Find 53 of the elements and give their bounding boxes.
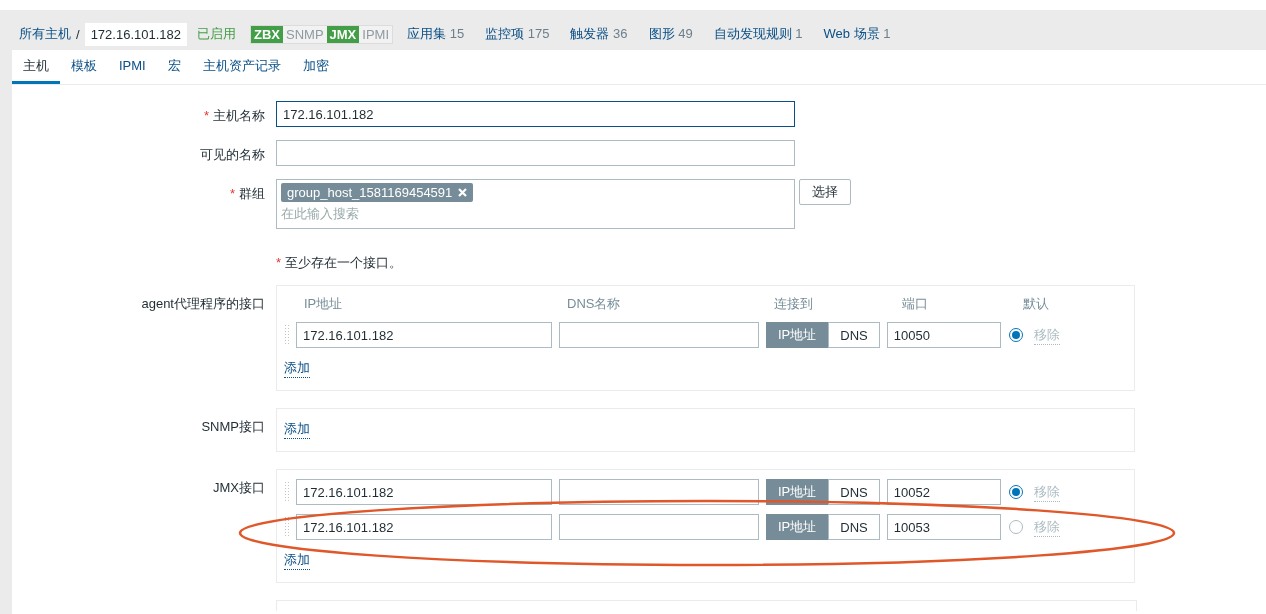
required-mark: * (276, 255, 282, 270)
port-field[interactable]: 10053 (886, 514, 1001, 540)
availability-indicator: SNMP (283, 25, 327, 43)
host-link[interactable]: 图形 49 (648, 25, 693, 43)
breadcrumb-link[interactable]: 所有主机 (19, 25, 71, 43)
port-field[interactable]: 10052 (886, 479, 1001, 505)
dns-name-field[interactable] (559, 322, 759, 348)
breadcrumb-separator: / (76, 26, 80, 42)
add-link[interactable]: 添加 (284, 420, 310, 439)
tab[interactable]: 加密 (291, 50, 340, 84)
current-host: 172.16.101.182 (84, 22, 187, 46)
ip-address-field[interactable]: 172.16.101.182 (296, 322, 552, 348)
interface-label: agent代理程序的接口 (140, 295, 265, 313)
field-label: 可见的名称 (199, 146, 265, 164)
connect-to-toggle[interactable]: DNS (828, 322, 880, 348)
field-label: * 群组 (228, 185, 265, 203)
close-icon[interactable] (458, 188, 468, 197)
add-link[interactable]: 添加 (284, 359, 310, 378)
column-header: 连接到 (774, 295, 814, 313)
column-header: 端口 (902, 295, 929, 313)
host-link[interactable]: 应用集 15 (407, 25, 465, 43)
tab[interactable]: 主机 (12, 50, 60, 84)
host-link[interactable]: Web 场景 1 (823, 25, 891, 43)
availability-indicator: ZBX (251, 25, 283, 43)
field-label: * 主机名称 (202, 107, 265, 125)
host-link[interactable]: 自动发现规则 1 (713, 25, 803, 43)
tab[interactable]: IPMI (108, 50, 157, 84)
required-mark: * (203, 108, 209, 123)
host-name-field[interactable]: 172.16.101.182 (276, 101, 795, 127)
add-link[interactable]: 添加 (284, 551, 310, 570)
column-header: 默认 (1023, 295, 1050, 313)
ip-address-field[interactable]: 172.16.101.182 (296, 514, 552, 540)
dns-name-field[interactable] (559, 514, 759, 540)
visible-name-field[interactable] (276, 140, 795, 166)
tab[interactable]: 模板 (60, 50, 108, 84)
ip-address-field[interactable]: 172.16.101.182 (296, 479, 552, 505)
tab[interactable]: 主机资产记录 (191, 50, 292, 84)
required-mark: * (229, 186, 235, 201)
host-link[interactable]: 触发器 36 (570, 25, 628, 43)
connect-to-toggle[interactable]: DNS (828, 514, 880, 540)
interface-label: SNMP接口 (200, 418, 265, 436)
column-header: IP地址 (304, 295, 344, 313)
host-link[interactable]: 监控项 175 (485, 25, 550, 43)
column-header: DNS名称 (567, 295, 622, 313)
interface-label: JMX接口 (212, 479, 265, 497)
availability-indicator: JMX (326, 25, 360, 43)
availability-indicator: IPMI (359, 25, 393, 43)
group-tag: group_host_1581169454591 (281, 183, 474, 202)
port-field[interactable]: 10050 (886, 322, 1001, 348)
dns-name-field[interactable] (559, 479, 759, 505)
select-button[interactable]: 选择 (799, 179, 851, 205)
tab[interactable]: 宏 (156, 50, 192, 84)
required-note: 至少存在一个接口。 (285, 255, 403, 270)
